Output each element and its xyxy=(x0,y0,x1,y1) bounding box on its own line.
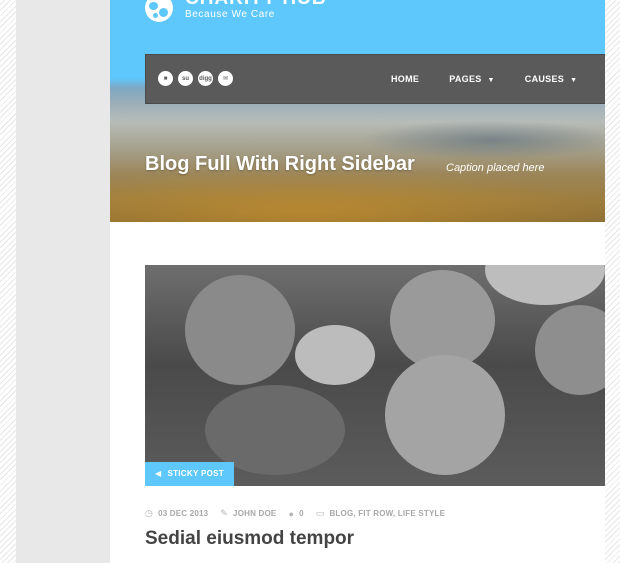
sticky-post-badge: ◀ STICKY POST xyxy=(145,462,234,486)
post-categories[interactable]: ▭ BLOG, FIT ROW, LIFE STYLE xyxy=(316,508,445,519)
header-banner: CHARITY HUB Because We Care ■ su digg ✉ … xyxy=(110,0,605,222)
badge-label: STICKY POST xyxy=(167,469,224,478)
author-text: JOHN DOE xyxy=(233,509,277,518)
post-title[interactable]: Sedial eiusmod tempor xyxy=(145,528,354,550)
post-meta: ◷ 03 DEC 2013 ✎ JOHN DOE ● 0 ▭ BLOG, FIT ROW… xyxy=(145,508,457,519)
banner-field xyxy=(110,170,605,222)
email-icon[interactable]: ✉ xyxy=(218,71,233,86)
social-icons: ■ su digg ✉ xyxy=(158,71,233,86)
page-title: Blog Full With Right Sidebar xyxy=(145,153,415,175)
image-shape xyxy=(185,275,295,385)
comments-count: 0 xyxy=(299,509,304,518)
globe-icon xyxy=(145,0,173,22)
megaphone-icon: ◀ xyxy=(155,469,162,478)
caret-down-icon: ▼ xyxy=(570,77,578,84)
stumbleupon-icon[interactable]: su xyxy=(178,71,193,86)
nav-item-causes[interactable]: CAUSES ▼ xyxy=(525,55,578,105)
post-author[interactable]: ✎ JOHN DOE xyxy=(220,508,276,519)
nav-item-label: PAGES xyxy=(449,74,482,84)
digg-icon[interactable]: digg xyxy=(198,71,213,86)
nav-item-label: CAUSES xyxy=(524,74,565,84)
post-comments[interactable]: ● 0 xyxy=(288,509,303,519)
post-featured-image[interactable] xyxy=(145,265,605,486)
left-gutter xyxy=(16,0,110,563)
categories-text: BLOG, FIT ROW, LIFE STYLE xyxy=(329,509,446,518)
image-shape xyxy=(295,325,375,385)
nav-item-label: HOME xyxy=(391,74,420,84)
nav-item-pages[interactable]: PAGES ▼ xyxy=(449,55,495,105)
image-shape xyxy=(535,305,605,395)
pencil-icon: ✎ xyxy=(220,508,229,518)
post-date: ◷ 03 DEC 2013 xyxy=(145,508,208,519)
page: CHARITY HUB Because We Care ■ su digg ✉ … xyxy=(110,0,605,563)
image-shape xyxy=(385,355,505,475)
site-tagline: Because We Care xyxy=(185,9,275,20)
banner-caption: Caption placed here xyxy=(446,162,545,174)
folder-icon: ▭ xyxy=(315,508,325,518)
clock-icon: ◷ xyxy=(145,508,154,518)
date-text: 03 DEC 2013 xyxy=(158,509,209,518)
caret-down-icon: ▼ xyxy=(487,77,495,84)
nav-menu: HOME PAGES▼ CAUSES▼ PO xyxy=(391,55,605,105)
image-shape xyxy=(485,265,605,305)
main-navbar: ■ su digg ✉ HOME PAGES▼ CAUSES▼ PO xyxy=(145,54,605,104)
delicious-icon[interactable]: ■ xyxy=(158,71,173,86)
nav-item-home[interactable]: HOME xyxy=(391,55,419,105)
comments-icon: ● xyxy=(288,508,295,519)
